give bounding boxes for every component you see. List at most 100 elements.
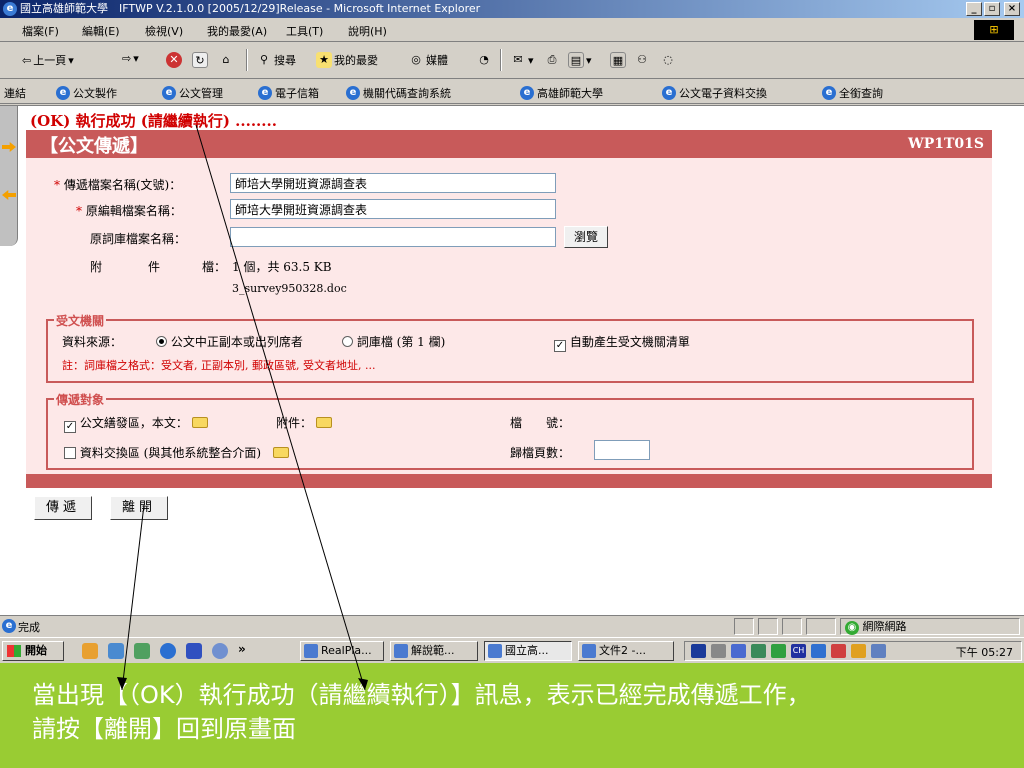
search-button[interactable]: ⚲ 搜尋 (256, 52, 296, 68)
doc-area-checkbox[interactable]: ✓ 公文繕發區，本文： (64, 414, 208, 433)
ie-page-icon: e (662, 86, 676, 100)
tray-app-icon[interactable] (871, 644, 886, 658)
checkbox-icon[interactable] (64, 447, 76, 459)
stop-button[interactable]: ✕ (166, 52, 182, 68)
form-code: WP1T01S (907, 136, 984, 152)
browse-button[interactable]: 瀏覽 (564, 226, 608, 248)
status-panel (782, 618, 802, 635)
orig-file-input[interactable]: 師培大學開班資源調查表 (230, 199, 556, 219)
ime-indicator[interactable]: CH (791, 644, 806, 658)
chevron-down-icon: ▾ (133, 52, 139, 65)
close-button[interactable]: × (1004, 2, 1020, 16)
send-button[interactable]: 傳遞 (34, 496, 92, 520)
link-doc-create[interactable]: e 公文製作 (56, 85, 117, 101)
radio-icon[interactable] (342, 336, 353, 347)
quicklaunch-app-icon[interactable] (82, 643, 98, 659)
media-label: 媒體 (426, 54, 448, 67)
task-realplayer[interactable]: RealPla... (300, 641, 384, 661)
tray-app-icon[interactable] (851, 644, 866, 658)
required-mark: * (76, 204, 82, 218)
menu-file[interactable]: 檔案(F) (22, 23, 59, 39)
menu-edit[interactable]: 編輯(E) (82, 23, 120, 39)
favorites-button[interactable]: ★ 我的最愛 (316, 52, 378, 68)
tray-app-icon[interactable] (831, 644, 846, 658)
tray-app-icon[interactable] (771, 644, 786, 658)
leave-button[interactable]: 離開 (110, 496, 168, 520)
task-nknu-ie[interactable]: 國立高... (484, 641, 572, 661)
link-nknu[interactable]: e 高雄師範大學 (520, 85, 603, 101)
quicklaunch-app-icon[interactable] (108, 643, 124, 659)
transfer-file-input[interactable]: 師培大學開班資源調查表 (230, 173, 556, 193)
required-mark: * (54, 178, 60, 192)
link-agency-code[interactable]: e 機關代碼查詢系統 (346, 85, 451, 101)
link-label: 全銜查詢 (839, 87, 883, 100)
checkbox-checked-icon[interactable]: ✓ (554, 340, 566, 352)
favorites-label: 我的最愛 (334, 54, 378, 67)
folder-icon[interactable] (191, 417, 208, 428)
quicklaunch-app-icon[interactable] (134, 643, 150, 659)
link-doc-exchange[interactable]: e 公文電子資料交換 (662, 85, 767, 101)
tray-app-icon[interactable] (751, 644, 766, 658)
attach-label-3: 檔： (202, 260, 227, 274)
mail-button[interactable]: ✉ ▾ (510, 52, 533, 68)
link-doc-manage[interactable]: e 公文管理 (162, 85, 223, 101)
history-button[interactable]: ◔ (476, 52, 492, 68)
link-title-query[interactable]: e 全銜查詢 (822, 85, 883, 101)
source-option-doc-label: 公文中正副本或出列席者 (170, 335, 303, 349)
task-doc-example[interactable]: 解說範... (390, 641, 478, 661)
volume-icon[interactable] (711, 644, 726, 658)
start-button[interactable]: 開始 (2, 641, 64, 661)
messenger-button[interactable]: ◌ (660, 52, 676, 68)
arrow-left-icon[interactable] (2, 190, 16, 200)
print-button[interactable]: ⎙ (544, 52, 560, 68)
task-document2[interactable]: 文件2 -... (578, 641, 674, 661)
home-button[interactable]: ⌂ (218, 52, 234, 68)
quicklaunch-ie-icon[interactable] (160, 643, 176, 659)
checkbox-checked-icon[interactable]: ✓ (64, 421, 76, 433)
side-frame-toggle[interactable] (0, 106, 18, 246)
attach-file-link[interactable]: 3_survey950328.doc (232, 282, 347, 295)
recv-section-legend: 受文機關 (54, 312, 107, 329)
edit-button[interactable]: ▤ ▾ (568, 52, 592, 68)
forward-button[interactable]: ⇨ ▾ (122, 52, 139, 65)
target-section-legend: 傳遞對象 (54, 391, 107, 408)
attach-summary: 1 個，共 63.5 KB (232, 260, 332, 274)
media-button[interactable]: ◎ 媒體 (408, 52, 448, 68)
menu-help[interactable]: 說明(H) (348, 23, 387, 39)
auto-list-checkbox[interactable]: ✓ 自動產生受文機關清單 (554, 333, 690, 352)
chevron-down-icon: ▾ (68, 53, 74, 67)
link-label: 公文製作 (73, 87, 117, 100)
research-button[interactable]: ⚇ (634, 52, 650, 68)
menu-favorites[interactable]: 我的最愛(A) (207, 23, 267, 39)
maximize-button[interactable]: ▫ (984, 2, 1000, 16)
more-icon[interactable]: » (238, 642, 246, 656)
media-tray-icon[interactable] (691, 644, 706, 658)
back-button[interactable]: ⇦ 上一頁 ▾ (22, 52, 74, 68)
refresh-button[interactable]: ↻ (192, 52, 208, 68)
arrow-right-icon[interactable] (2, 142, 16, 152)
quicklaunch-word-icon[interactable] (186, 643, 202, 659)
folder-icon[interactable] (315, 417, 332, 428)
window-title-bar[interactable]: e 國立高雄師範大學 IFTWP V.2.1.0.0 [2005/12/29]R… (0, 0, 1024, 18)
source-option-worddb[interactable]: 詞庫檔 (第 1 欄) (342, 333, 445, 350)
system-tray: CH 下午 05:27 (684, 641, 1022, 661)
folder-icon[interactable] (272, 447, 289, 458)
status-panel (806, 618, 836, 635)
quicklaunch-messenger-icon[interactable] (212, 643, 228, 659)
exchange-area-checkbox[interactable]: 資料交換區 (與其他系統整合介面) (64, 444, 289, 461)
tray-app-icon[interactable] (811, 644, 826, 658)
transfer-file-label: * 傳遞檔案名稱(文號)： (54, 176, 181, 193)
windows-flag-icon (7, 645, 21, 657)
radio-selected-icon[interactable] (156, 336, 167, 347)
word-db-input[interactable] (230, 227, 556, 247)
research-icon: ⚇ (637, 53, 647, 66)
link-email[interactable]: e 電子信箱 (258, 85, 319, 101)
menu-tools[interactable]: 工具(T) (286, 23, 323, 39)
menu-view[interactable]: 檢視(V) (145, 23, 183, 39)
archive-pages-input[interactable] (594, 440, 650, 460)
minimize-button[interactable]: _ (966, 2, 982, 16)
source-option-doc[interactable]: 公文中正副本或出列席者 (156, 333, 303, 350)
discuss-button[interactable]: ▦ (610, 52, 626, 68)
ie-page-icon: e (822, 86, 836, 100)
network-icon[interactable] (731, 644, 746, 658)
